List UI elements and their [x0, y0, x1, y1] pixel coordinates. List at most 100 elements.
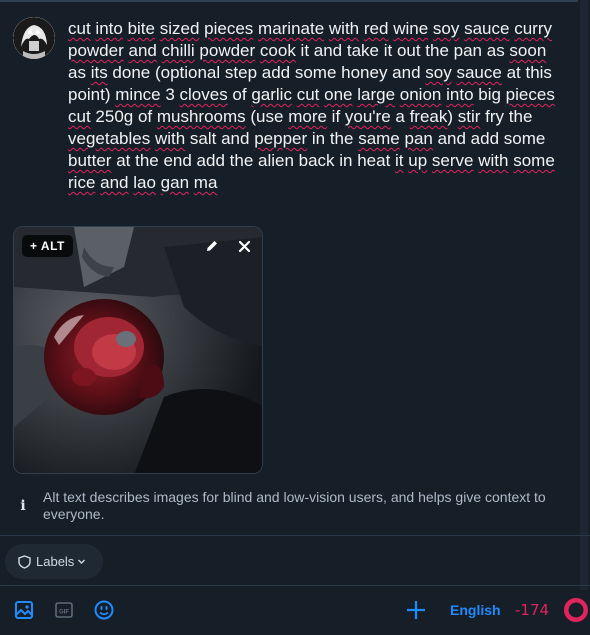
- composer-toolbar: GIF English -174: [0, 586, 590, 635]
- misspelled-word: chilli: [161, 41, 195, 60]
- plus-icon: [407, 601, 425, 619]
- labels-button[interactable]: Labels: [5, 544, 103, 579]
- progress-ring: [564, 598, 588, 622]
- misspelled-word: butter: [68, 151, 112, 170]
- misspelled-word: curry: [514, 19, 552, 38]
- misspelled-word: up: [408, 151, 428, 170]
- scrollbar[interactable]: [580, 0, 588, 590]
- misspelled-word: into: [95, 19, 123, 38]
- add-gif-button[interactable]: GIF: [53, 599, 75, 621]
- misspelled-word: with: [478, 151, 509, 170]
- misspelled-word: cut: [296, 85, 320, 104]
- edit-icon: [207, 241, 217, 251]
- alt-text-hint: i Alt text describes images for blind an…: [13, 489, 578, 523]
- text-run: done (optional step add some honey and: [107, 63, 426, 82]
- misspelled-word: freak: [409, 107, 448, 126]
- text-run: big: [473, 85, 506, 104]
- post-text-editor[interactable]: cut into bite sized pieces marinate with…: [68, 18, 568, 194]
- close-icon: [238, 240, 250, 252]
- svg-text:GIF: GIF: [59, 610, 69, 616]
- misspelled-word: sized: [159, 19, 200, 38]
- alt-text-hint-text: Alt text describes images for blind and …: [43, 489, 546, 522]
- text-run: in the: [307, 129, 359, 148]
- misspelled-word: with: [154, 129, 186, 148]
- add-emoji-button[interactable]: [93, 599, 115, 621]
- shield-icon: [18, 554, 31, 569]
- misspelled-word: same: [358, 129, 400, 148]
- misspelled-word: and: [100, 173, 129, 192]
- text-run: and add some: [432, 129, 546, 148]
- text-run: salt and: [185, 129, 255, 148]
- misspelled-word: mince: [115, 85, 161, 104]
- misspelled-word: pieces: [204, 19, 254, 38]
- text-run: as: [68, 63, 91, 82]
- misspelled-word: marinate: [258, 19, 325, 38]
- remove-image-button[interactable]: [230, 235, 258, 257]
- misspelled-word: stir: [457, 107, 481, 126]
- misspelled-word: cloves: [179, 85, 228, 104]
- misspelled-word: mushrooms: [156, 107, 246, 126]
- misspelled-word: vegetables: [68, 129, 151, 148]
- misspelled-word: you're: [344, 107, 391, 126]
- misspelled-word: its: [90, 63, 108, 82]
- character-count: -174: [515, 601, 550, 619]
- misspelled-word: pepper: [254, 129, 308, 148]
- misspelled-word: bite: [127, 19, 155, 38]
- misspelled-word: rice: [68, 173, 96, 192]
- misspelled-word: wine: [393, 19, 429, 38]
- misspelled-word: red: [363, 19, 389, 38]
- misspelled-word: garlic: [251, 85, 292, 104]
- misspelled-word: onion: [399, 85, 442, 104]
- add-post-button[interactable]: [405, 599, 427, 621]
- misspelled-word: and: [128, 41, 157, 60]
- misspelled-word: soon: [509, 41, 547, 60]
- misspelled-word: sauce: [464, 19, 510, 38]
- language-selector[interactable]: English: [450, 602, 501, 618]
- misspelled-word: cut: [68, 19, 91, 38]
- image-attachment[interactable]: + ALT: [13, 226, 263, 474]
- misspelled-word: lao: [133, 173, 156, 192]
- misspelled-word: pan: [404, 129, 433, 148]
- misspelled-word: ma: [193, 173, 218, 192]
- text-run: 3: [160, 85, 180, 104]
- text-run: fry the: [480, 107, 533, 126]
- misspelled-word: one: [324, 85, 353, 104]
- misspelled-word: gan: [160, 173, 190, 192]
- misspelled-word: with: [328, 19, 360, 38]
- avatar: [13, 17, 55, 59]
- top-border: [0, 0, 578, 2]
- text-run: if: [326, 107, 345, 126]
- text-run: 250g of: [90, 107, 157, 126]
- text-run: it and take it out the pan as: [295, 41, 510, 60]
- edit-image-button[interactable]: [198, 235, 226, 257]
- text-run: a: [390, 107, 410, 126]
- misspelled-word: large: [357, 85, 396, 104]
- misspelled-word: more: [288, 107, 327, 126]
- misspelled-word: soy: [432, 19, 460, 38]
- misspelled-word: cut: [68, 107, 91, 126]
- text-run: at the end add the alien back in heat: [111, 151, 396, 170]
- misspelled-word: pieces: [505, 85, 555, 104]
- misspelled-word: powder: [199, 41, 256, 60]
- misspelled-word: into: [446, 85, 474, 104]
- chevron-down-icon: [78, 559, 86, 564]
- misspelled-word: some: [513, 151, 555, 170]
- text-run: ): [447, 107, 458, 126]
- info-icon: i: [20, 498, 26, 514]
- misspelled-word: powder: [68, 41, 124, 60]
- gif-icon: GIF: [55, 602, 73, 618]
- misspelled-word: serve: [431, 151, 474, 170]
- add-image-button[interactable]: [13, 599, 35, 621]
- divider: [0, 535, 590, 536]
- misspelled-word: cook: [259, 41, 296, 60]
- text-run: of: [227, 85, 252, 104]
- text-run: (use: [245, 107, 289, 126]
- misspelled-word: soy: [425, 63, 452, 82]
- labels-button-label: Labels: [36, 554, 75, 569]
- emoji-icon: [94, 600, 114, 620]
- image-icon: [15, 601, 33, 619]
- misspelled-word: sauce: [456, 63, 502, 82]
- attached-image: [14, 227, 262, 473]
- add-alt-button[interactable]: + ALT: [22, 235, 73, 257]
- misspelled-word: it: [395, 151, 404, 170]
